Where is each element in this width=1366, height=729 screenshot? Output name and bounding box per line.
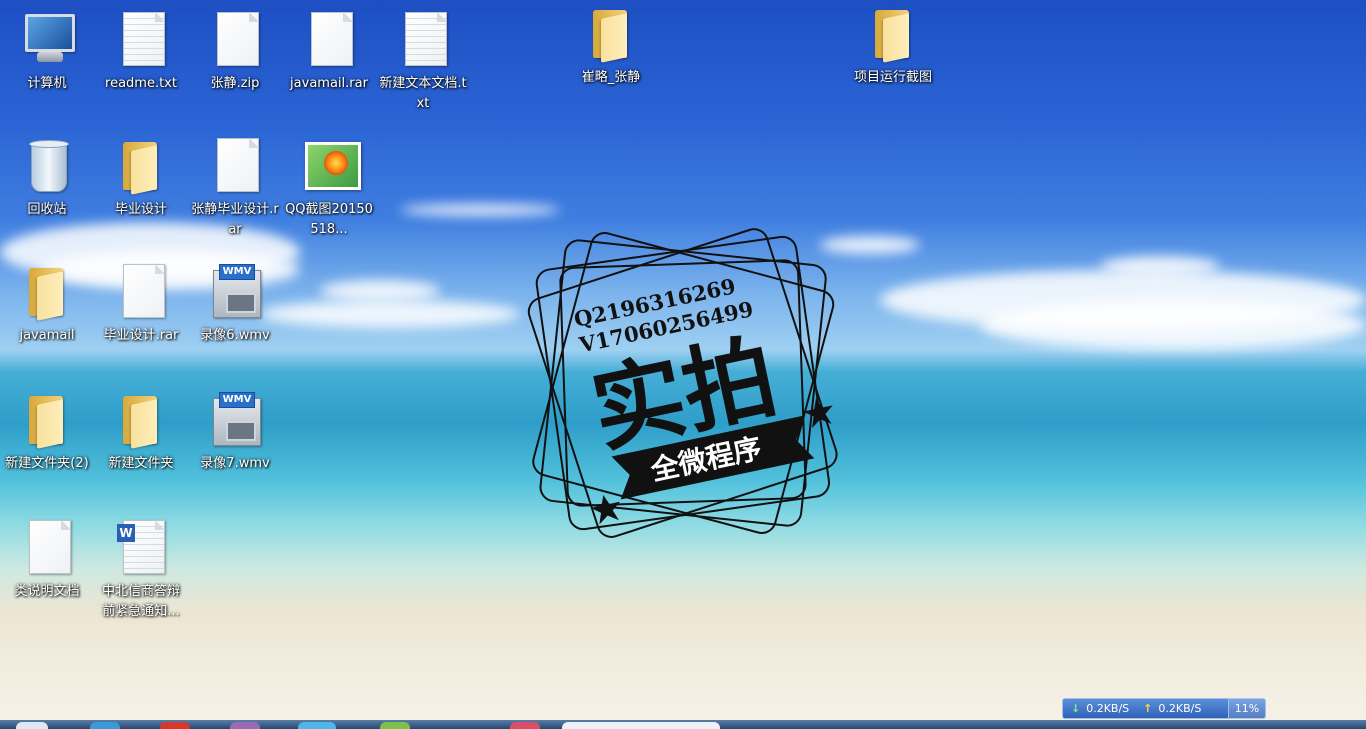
desktop-icon-readme[interactable]: readme.txt — [96, 12, 186, 94]
icon-label: 计算机 — [27, 76, 67, 91]
cloud — [1100, 256, 1220, 276]
desktop-icon-project-screenshots[interactable]: 项目运行截图 — [848, 6, 938, 88]
icon-label: 录像6.wmv — [200, 328, 270, 343]
taskbar-app-icon[interactable] — [380, 722, 410, 729]
desktop-icon-javamail-rar[interactable]: javamail.rar — [284, 12, 374, 94]
taskbar-app-icon[interactable] — [298, 722, 336, 729]
icon-label: 类说明文档 — [14, 584, 80, 599]
text-file-icon — [113, 12, 169, 68]
recycle-bin-icon — [19, 138, 75, 194]
desktop-icon-computer[interactable]: 计算机 — [2, 12, 92, 94]
start-button[interactable] — [16, 722, 48, 729]
upload-speed: 0.2KB/S — [1158, 702, 1202, 715]
icon-label: javamail — [19, 328, 75, 343]
file-icon — [207, 138, 263, 194]
icon-label: 项目运行截图 — [853, 70, 932, 85]
cloud — [320, 280, 440, 302]
icon-label: 中北信商答辩前紧急通知... — [101, 584, 180, 619]
download-speed: 0.2KB/S — [1086, 702, 1130, 715]
desktop-icon-new-folder[interactable]: 新建文件夹 — [96, 392, 186, 474]
taskbar-active-window[interactable] — [562, 722, 720, 729]
desktop-icon-defense-notice[interactable]: W 中北信商答辩前紧急通知... — [96, 520, 186, 622]
desktop-icon-class-doc[interactable]: 类说明文档 — [2, 520, 92, 602]
desktop-icon-recording7[interactable]: WMV 录像7.wmv — [190, 392, 280, 474]
folder-icon — [113, 138, 169, 195]
file-icon — [113, 264, 169, 320]
icon-label: 新建文本文档.txt — [379, 76, 467, 111]
video-file-icon: WMV — [207, 264, 263, 320]
desktop-icon-qq-screenshot[interactable]: QQ截图20150518... — [284, 138, 374, 240]
video-file-icon: WMV — [207, 392, 263, 448]
desktop-icon-new-folder-2[interactable]: 新建文件夹(2) — [2, 392, 92, 474]
desktop-icon-zhangjing-design-rar[interactable]: 张静毕业设计.rar — [190, 138, 280, 240]
icon-label: 录像7.wmv — [200, 456, 270, 471]
icon-label: 张静.zip — [210, 76, 260, 91]
taskbar-app-icon[interactable] — [160, 722, 190, 729]
file-icon — [301, 12, 357, 68]
desktop-icon-graduation-design[interactable]: 毕业设计 — [96, 138, 186, 220]
folder-icon — [19, 264, 75, 321]
icon-label: QQ截图20150518... — [285, 202, 373, 237]
desktop-icon-graduation-rar[interactable]: 毕业设计.rar — [96, 264, 186, 346]
cloud — [980, 300, 1366, 350]
icon-label: 崔略_张静 — [581, 70, 641, 85]
taskbar-app-icon[interactable] — [230, 722, 260, 729]
watermark-stamp: Q2196316269 V17060256499 实拍 全微程序 — [527, 228, 838, 538]
desktop-icon-javamail-folder[interactable]: javamail — [2, 264, 92, 346]
image-file-icon — [301, 138, 361, 194]
desktop-icon-recycle-bin[interactable]: 回收站 — [2, 138, 92, 220]
icon-label: 毕业设计 — [114, 202, 167, 217]
file-icon — [19, 520, 75, 576]
taskbar[interactable] — [0, 720, 1366, 729]
word-document-icon: W — [113, 520, 169, 576]
icon-label: 毕业设计.rar — [103, 328, 179, 343]
folder-icon — [113, 392, 169, 449]
taskbar-app-icon[interactable] — [90, 722, 120, 729]
computer-icon — [19, 12, 75, 68]
desktop-icon-recording6[interactable]: WMV 录像6.wmv — [190, 264, 280, 346]
desktop[interactable]: 计算机 readme.txt 张静.zip javamail.rar 新建文本文… — [0, 0, 1366, 729]
icon-label: javamail.rar — [290, 76, 368, 91]
icon-label: 新建文件夹(2) — [5, 456, 89, 471]
taskbar-app-icon[interactable] — [510, 722, 540, 729]
upload-arrow-icon: ↑ — [1143, 702, 1153, 715]
desktop-icon-cuilue-zhangjing[interactable]: 崔略_张静 — [566, 6, 656, 88]
folder-icon — [583, 6, 639, 63]
cloud — [260, 300, 520, 328]
icon-label: readme.txt — [105, 76, 177, 91]
desktop-icon-zhangjing-zip[interactable]: 张静.zip — [190, 12, 280, 94]
folder-icon — [865, 6, 921, 63]
file-icon — [207, 12, 263, 68]
icon-label: 回收站 — [27, 202, 67, 217]
network-speed-meter[interactable]: ↓ 0.2KB/S ↑ 0.2KB/S 11% — [1062, 698, 1266, 719]
folder-icon — [19, 392, 75, 449]
text-file-icon — [395, 12, 451, 68]
usage-percent: 11% — [1228, 698, 1265, 719]
icon-label: 新建文件夹 — [108, 456, 174, 471]
icon-label: 张静毕业设计.rar — [191, 202, 279, 237]
desktop-icon-new-text-doc[interactable]: 新建文本文档.txt — [378, 12, 468, 114]
download-arrow-icon: ↓ — [1071, 702, 1081, 715]
